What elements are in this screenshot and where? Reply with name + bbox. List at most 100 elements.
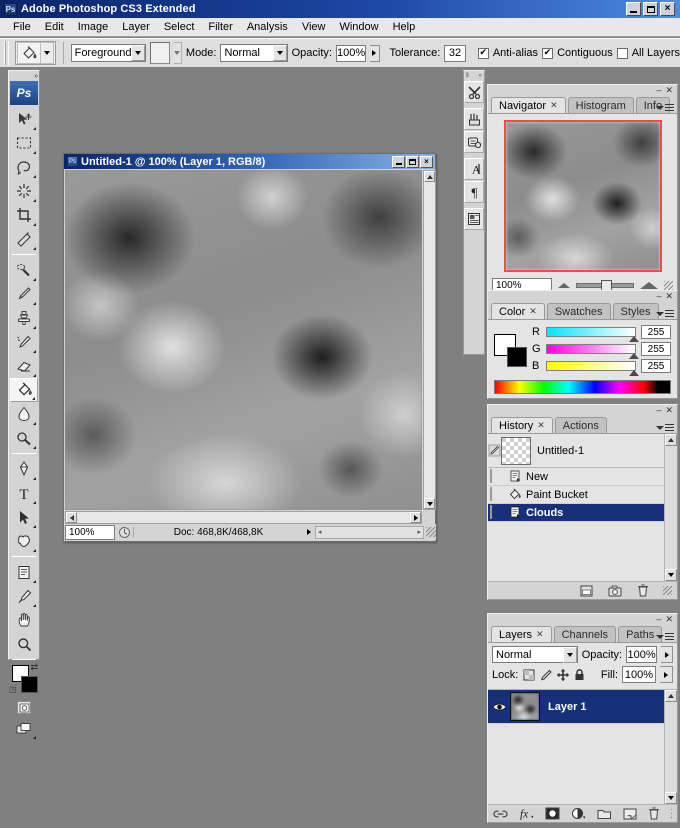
dodge-tool[interactable] <box>10 426 38 450</box>
tab-close-icon[interactable]: ✕ <box>550 100 558 111</box>
adjustment-layer-icon[interactable] <box>571 807 586 821</box>
layer-mask-icon[interactable] <box>545 807 560 821</box>
scroll-right-icon[interactable] <box>410 512 421 523</box>
tab-close-icon[interactable]: ✕ <box>537 420 545 431</box>
new-group-icon[interactable] <box>597 807 612 821</box>
close-button[interactable]: × <box>660 2 675 16</box>
shape-tool[interactable] <box>10 529 38 553</box>
slice-tool[interactable] <box>10 227 38 251</box>
green-value[interactable]: 255 <box>641 342 671 356</box>
lock-all-icon[interactable] <box>573 668 586 681</box>
close-icon[interactable]: ✕ <box>665 292 673 301</box>
history-snapshot-row[interactable]: Untitled-1 <box>488 434 677 468</box>
minimize-icon[interactable]: – <box>656 292 661 301</box>
quick-mask-icon[interactable] <box>17 701 31 714</box>
green-slider[interactable] <box>546 344 639 359</box>
status-menu-icon[interactable] <box>303 525 315 540</box>
menu-window[interactable]: Window <box>332 19 385 35</box>
menu-image[interactable]: Image <box>71 19 116 35</box>
tab-history[interactable]: History ✕ <box>491 417 553 433</box>
panel-menu-button[interactable] <box>656 104 674 111</box>
menu-edit[interactable]: Edit <box>38 19 71 35</box>
minimize-icon[interactable]: – <box>656 406 661 415</box>
layer-fill-stepper[interactable] <box>660 666 673 683</box>
antialias-checkbox[interactable]: Anti-alias <box>477 47 538 59</box>
history-scrollbar[interactable] <box>664 434 677 581</box>
chevron-down-icon[interactable] <box>272 45 287 61</box>
red-value[interactable]: 255 <box>641 325 671 339</box>
swap-colors-icon[interactable]: ⇄ <box>30 662 38 673</box>
layer-opacity-input[interactable]: 100% <box>626 646 658 663</box>
tool-presets-icon[interactable] <box>464 81 484 103</box>
chevron-down-icon[interactable] <box>562 646 577 663</box>
layers-scrollbar[interactable] <box>664 690 677 804</box>
scroll-down-icon[interactable] <box>665 792 677 804</box>
menu-analysis[interactable]: Analysis <box>240 19 295 35</box>
menu-select[interactable]: Select <box>157 19 202 35</box>
snapshot-source-icon[interactable] <box>488 444 501 457</box>
panel-menu-button[interactable] <box>656 310 674 317</box>
blue-value[interactable]: 255 <box>641 359 671 373</box>
close-icon[interactable]: ✕ <box>665 86 673 95</box>
path-selection-tool[interactable] <box>10 505 38 529</box>
image-canvas[interactable] <box>65 170 422 510</box>
color-spectrum-ramp[interactable] <box>494 380 671 394</box>
tab-close-icon[interactable]: ✕ <box>529 306 537 317</box>
zoom-in-icon[interactable] <box>640 281 658 289</box>
scroll-up-icon[interactable] <box>665 690 677 702</box>
minimize-button[interactable] <box>626 2 641 16</box>
toolbox-collapse-button[interactable]: » <box>9 71 39 81</box>
menu-filter[interactable]: Filter <box>201 19 239 35</box>
brushes-icon[interactable] <box>464 108 484 130</box>
panel-resize-grip[interactable] <box>663 586 672 595</box>
history-state-new[interactable]: New <box>488 468 677 486</box>
layer-row-layer-1[interactable]: Layer 1 <box>488 690 677 724</box>
delete-state-icon[interactable] <box>635 584 650 598</box>
eyedropper-tool[interactable] <box>10 584 38 608</box>
panel-menu-button[interactable] <box>656 633 674 640</box>
blend-mode-select[interactable]: Normal <box>220 44 288 62</box>
minimize-icon[interactable]: – <box>656 86 661 95</box>
scroll-down-icon[interactable] <box>665 569 677 581</box>
lock-transparency-icon[interactable] <box>522 668 535 681</box>
healing-brush-tool[interactable] <box>10 258 38 282</box>
blur-tool[interactable] <box>10 402 38 426</box>
navigator-zoom-slider[interactable] <box>576 279 634 292</box>
panel-resize-grip[interactable] <box>671 809 672 818</box>
layer-blend-mode-select[interactable]: Normal <box>492 646 578 663</box>
tab-layers[interactable]: Layers ✕ <box>491 626 552 642</box>
history-state-clouds[interactable]: Clouds <box>488 504 677 522</box>
new-snapshot-icon[interactable] <box>607 584 622 598</box>
scroll-left-icon[interactable] <box>66 512 77 523</box>
clone-stamp-tool[interactable] <box>10 306 38 330</box>
document-minimize-button[interactable] <box>392 155 405 168</box>
fill-source-select[interactable]: Foreground <box>70 44 147 62</box>
document-resize-grip[interactable] <box>426 527 436 537</box>
scroll-up-icon[interactable] <box>665 434 677 446</box>
status-scroll-track[interactable]: ◂ ▸ <box>315 525 424 539</box>
history-brush-toggle[interactable] <box>488 468 504 484</box>
canvas-vertical-scrollbar[interactable] <box>423 170 436 510</box>
scroll-up-icon[interactable] <box>424 171 435 182</box>
tab-histogram[interactable]: Histogram <box>567 97 634 113</box>
icon-dock-grip[interactable]: ⦀ « <box>464 71 484 81</box>
all-layers-checkbox[interactable]: All Layers <box>616 47 680 59</box>
paragraph-icon[interactable]: ¶ <box>464 181 484 203</box>
slider-knob[interactable] <box>629 353 639 359</box>
pen-tool[interactable] <box>10 457 38 481</box>
panel-resize-grip[interactable] <box>664 280 673 290</box>
pattern-swatch[interactable] <box>150 42 170 64</box>
chevron-down-icon[interactable] <box>131 45 146 61</box>
menu-file[interactable]: File <box>6 19 38 35</box>
tab-channels[interactable]: Channels <box>553 626 617 642</box>
menu-help[interactable]: Help <box>386 19 423 35</box>
document-close-button[interactable]: × <box>420 155 433 168</box>
lock-image-icon[interactable] <box>539 668 552 681</box>
layer-comps-icon[interactable] <box>464 208 484 230</box>
document-title-bar[interactable]: Ps Untitled-1 @ 100% (Layer 1, RGB/8) × <box>64 154 435 169</box>
lasso-tool[interactable] <box>10 155 38 179</box>
screen-mode-icon[interactable] <box>10 716 38 740</box>
close-icon[interactable]: ✕ <box>665 615 673 624</box>
canvas-horizontal-scrollbar[interactable] <box>65 511 422 524</box>
default-colors-icon[interactable]: ◳ <box>9 685 17 694</box>
